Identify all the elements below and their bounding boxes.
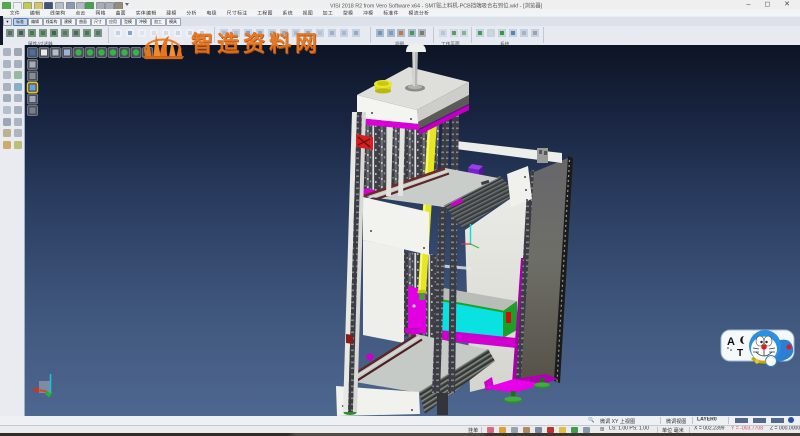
svg-text:A: A	[727, 336, 735, 348]
svg-text:T: T	[737, 348, 743, 359]
